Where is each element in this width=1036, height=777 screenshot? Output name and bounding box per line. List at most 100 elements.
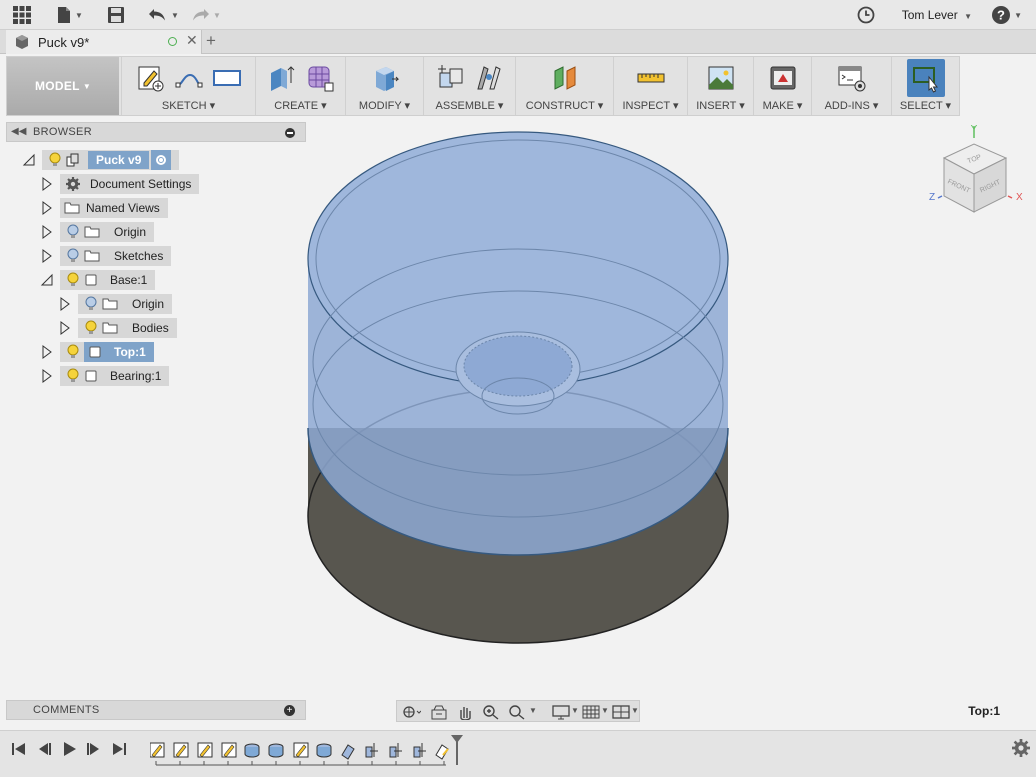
user-menu[interactable]: Tom Lever ▼ bbox=[902, 8, 972, 22]
measure-icon[interactable] bbox=[636, 63, 666, 93]
tree-row-named-views[interactable]: Named Views bbox=[38, 198, 238, 218]
sketch-group[interactable]: SKETCH ▾ bbox=[121, 57, 255, 115]
rectangle-tool-icon[interactable] bbox=[212, 63, 242, 93]
modify-group[interactable]: MODIFY ▾ bbox=[345, 57, 423, 115]
tree-row-base-bodies[interactable]: Bodies bbox=[56, 318, 256, 338]
tree-node-root[interactable]: Puck v9 bbox=[42, 150, 180, 170]
expand-toggle-collapsed-icon[interactable] bbox=[58, 297, 72, 311]
job-status-button[interactable] bbox=[857, 5, 875, 25]
3d-print-icon[interactable] bbox=[768, 63, 798, 93]
browser-options-icon[interactable] bbox=[285, 128, 295, 138]
add-ins-group[interactable]: ADD-INS ▾ bbox=[811, 57, 891, 115]
form-icon[interactable] bbox=[305, 63, 335, 93]
insert-image-icon[interactable] bbox=[706, 63, 736, 93]
timeline-sketch-feature[interactable] bbox=[221, 742, 237, 758]
timeline-extrude-feature[interactable] bbox=[244, 743, 260, 758]
visibility-bulb-icon[interactable] bbox=[66, 344, 80, 360]
close-tab-button[interactable]: ✕ bbox=[186, 32, 198, 49]
expand-toggle-collapsed-icon[interactable] bbox=[40, 201, 54, 215]
document-tab[interactable]: Puck v9* ✕ bbox=[6, 30, 202, 54]
save-button[interactable] bbox=[107, 5, 125, 25]
step-back-icon[interactable] bbox=[36, 741, 54, 757]
undo-button[interactable]: ▼ bbox=[148, 5, 179, 25]
collapse-panel-icon[interactable]: ◀◀ bbox=[11, 126, 26, 137]
extrude-icon[interactable] bbox=[267, 63, 297, 93]
tree-node-origin[interactable]: Origin bbox=[60, 222, 155, 242]
create-sketch-icon[interactable] bbox=[136, 63, 166, 93]
expand-toggle-collapsed-icon[interactable] bbox=[40, 177, 54, 191]
timeline-sketch-split-feature[interactable] bbox=[435, 744, 449, 760]
tree-node-base-origin[interactable]: Origin bbox=[78, 294, 173, 314]
tree-row-sketches[interactable]: Sketches bbox=[38, 246, 238, 266]
tree-node-base-bodies[interactable]: Bodies bbox=[78, 318, 177, 338]
workspace-switcher[interactable]: MODEL ▼ bbox=[7, 57, 119, 115]
timeline-extrude-feature[interactable] bbox=[268, 743, 284, 758]
tree-node-base[interactable]: Base:1 bbox=[60, 270, 156, 290]
tree-node-top[interactable]: Top:1 bbox=[60, 342, 154, 362]
zoom-icon[interactable] bbox=[481, 704, 501, 720]
step-forward-icon[interactable] bbox=[84, 741, 102, 757]
chevron-down-icon[interactable]: ▼ bbox=[571, 706, 579, 715]
tree-row-base[interactable]: Base:1 bbox=[38, 270, 238, 290]
tree-root-row[interactable]: Puck v9 bbox=[20, 150, 220, 170]
activate-component-icon[interactable] bbox=[151, 150, 172, 170]
chevron-down-icon[interactable]: ▼ bbox=[601, 706, 609, 715]
3d-viewport[interactable]: TOP FRONT RIGHT Y X Z bbox=[306, 116, 1036, 696]
expand-toggle-collapsed-icon[interactable] bbox=[40, 369, 54, 383]
expand-toggle-collapsed-icon[interactable] bbox=[58, 321, 72, 335]
visibility-bulb-icon[interactable] bbox=[48, 152, 62, 168]
select-group[interactable]: SELECT ▾ bbox=[891, 57, 959, 115]
pan-hand-icon[interactable] bbox=[455, 704, 475, 720]
tree-node-bearing[interactable]: Bearing:1 bbox=[60, 366, 170, 386]
look-at-icon[interactable] bbox=[429, 704, 449, 720]
timeline-sketch-feature[interactable] bbox=[173, 742, 189, 758]
help-button[interactable]: ? ▼ bbox=[991, 5, 1022, 25]
timeline-sketch-feature[interactable] bbox=[150, 742, 165, 758]
timeline-split-feature[interactable] bbox=[341, 744, 355, 760]
tree-node-named-views[interactable]: Named Views bbox=[60, 198, 168, 218]
insert-group[interactable]: INSERT ▾ bbox=[687, 57, 753, 115]
file-menu-button[interactable]: ▼ bbox=[56, 5, 83, 25]
expand-toggle-expanded-icon[interactable] bbox=[22, 153, 36, 167]
timeline-component-feature[interactable] bbox=[365, 743, 378, 758]
expand-toggle-collapsed-icon[interactable] bbox=[40, 345, 54, 359]
line-tool-icon[interactable] bbox=[174, 63, 204, 93]
tree-row-top[interactable]: Top:1 bbox=[38, 342, 238, 362]
tree-node-sketches[interactable]: Sketches bbox=[60, 246, 172, 266]
timeline-marker[interactable] bbox=[451, 735, 463, 765]
timeline-sketch-feature[interactable] bbox=[197, 742, 213, 758]
press-pull-icon[interactable] bbox=[370, 63, 400, 93]
data-panel-grid-icon[interactable] bbox=[12, 5, 32, 25]
timeline-extrude-feature[interactable] bbox=[316, 743, 332, 758]
visibility-bulb-off-icon[interactable] bbox=[66, 224, 80, 240]
redo-button[interactable]: ▼ bbox=[190, 5, 221, 25]
visibility-bulb-icon[interactable] bbox=[66, 272, 80, 288]
timeline-sketch-feature[interactable] bbox=[293, 742, 309, 758]
expand-toggle-collapsed-icon[interactable] bbox=[40, 249, 54, 263]
orbit-icon[interactable] bbox=[401, 704, 421, 720]
visibility-bulb-off-icon[interactable] bbox=[66, 248, 80, 264]
viewports-icon[interactable] bbox=[611, 704, 631, 720]
chevron-down-icon[interactable]: ▼ bbox=[529, 706, 537, 715]
comments-panel[interactable]: COMMENTS + bbox=[6, 700, 306, 720]
select-button[interactable] bbox=[906, 59, 945, 97]
play-icon[interactable] bbox=[60, 741, 78, 757]
chevron-down-icon[interactable]: ▼ bbox=[631, 706, 639, 715]
view-cube[interactable]: TOP FRONT RIGHT Y X Z bbox=[929, 124, 1023, 213]
go-to-end-icon[interactable] bbox=[110, 741, 128, 757]
new-tab-button[interactable]: + bbox=[206, 31, 216, 51]
visibility-bulb-icon[interactable] bbox=[84, 320, 98, 336]
create-group[interactable]: CREATE ▾ bbox=[255, 57, 345, 115]
gear-icon[interactable] bbox=[1012, 739, 1030, 757]
scripts-addins-icon[interactable] bbox=[837, 63, 867, 93]
browser-header[interactable]: ◀◀ BROWSER bbox=[6, 122, 306, 142]
tree-row-document-settings[interactable]: Document Settings bbox=[38, 174, 238, 194]
offset-plane-icon[interactable] bbox=[550, 63, 580, 93]
expand-toggle-collapsed-icon[interactable] bbox=[40, 225, 54, 239]
visibility-bulb-off-icon[interactable] bbox=[84, 296, 98, 312]
assemble-group[interactable]: ASSEMBLE ▾ bbox=[423, 57, 515, 115]
joint-icon[interactable] bbox=[474, 63, 504, 93]
grid-settings-icon[interactable] bbox=[581, 704, 601, 720]
construct-group[interactable]: CONSTRUCT ▾ bbox=[515, 57, 613, 115]
timeline-component-feature[interactable] bbox=[413, 743, 426, 758]
